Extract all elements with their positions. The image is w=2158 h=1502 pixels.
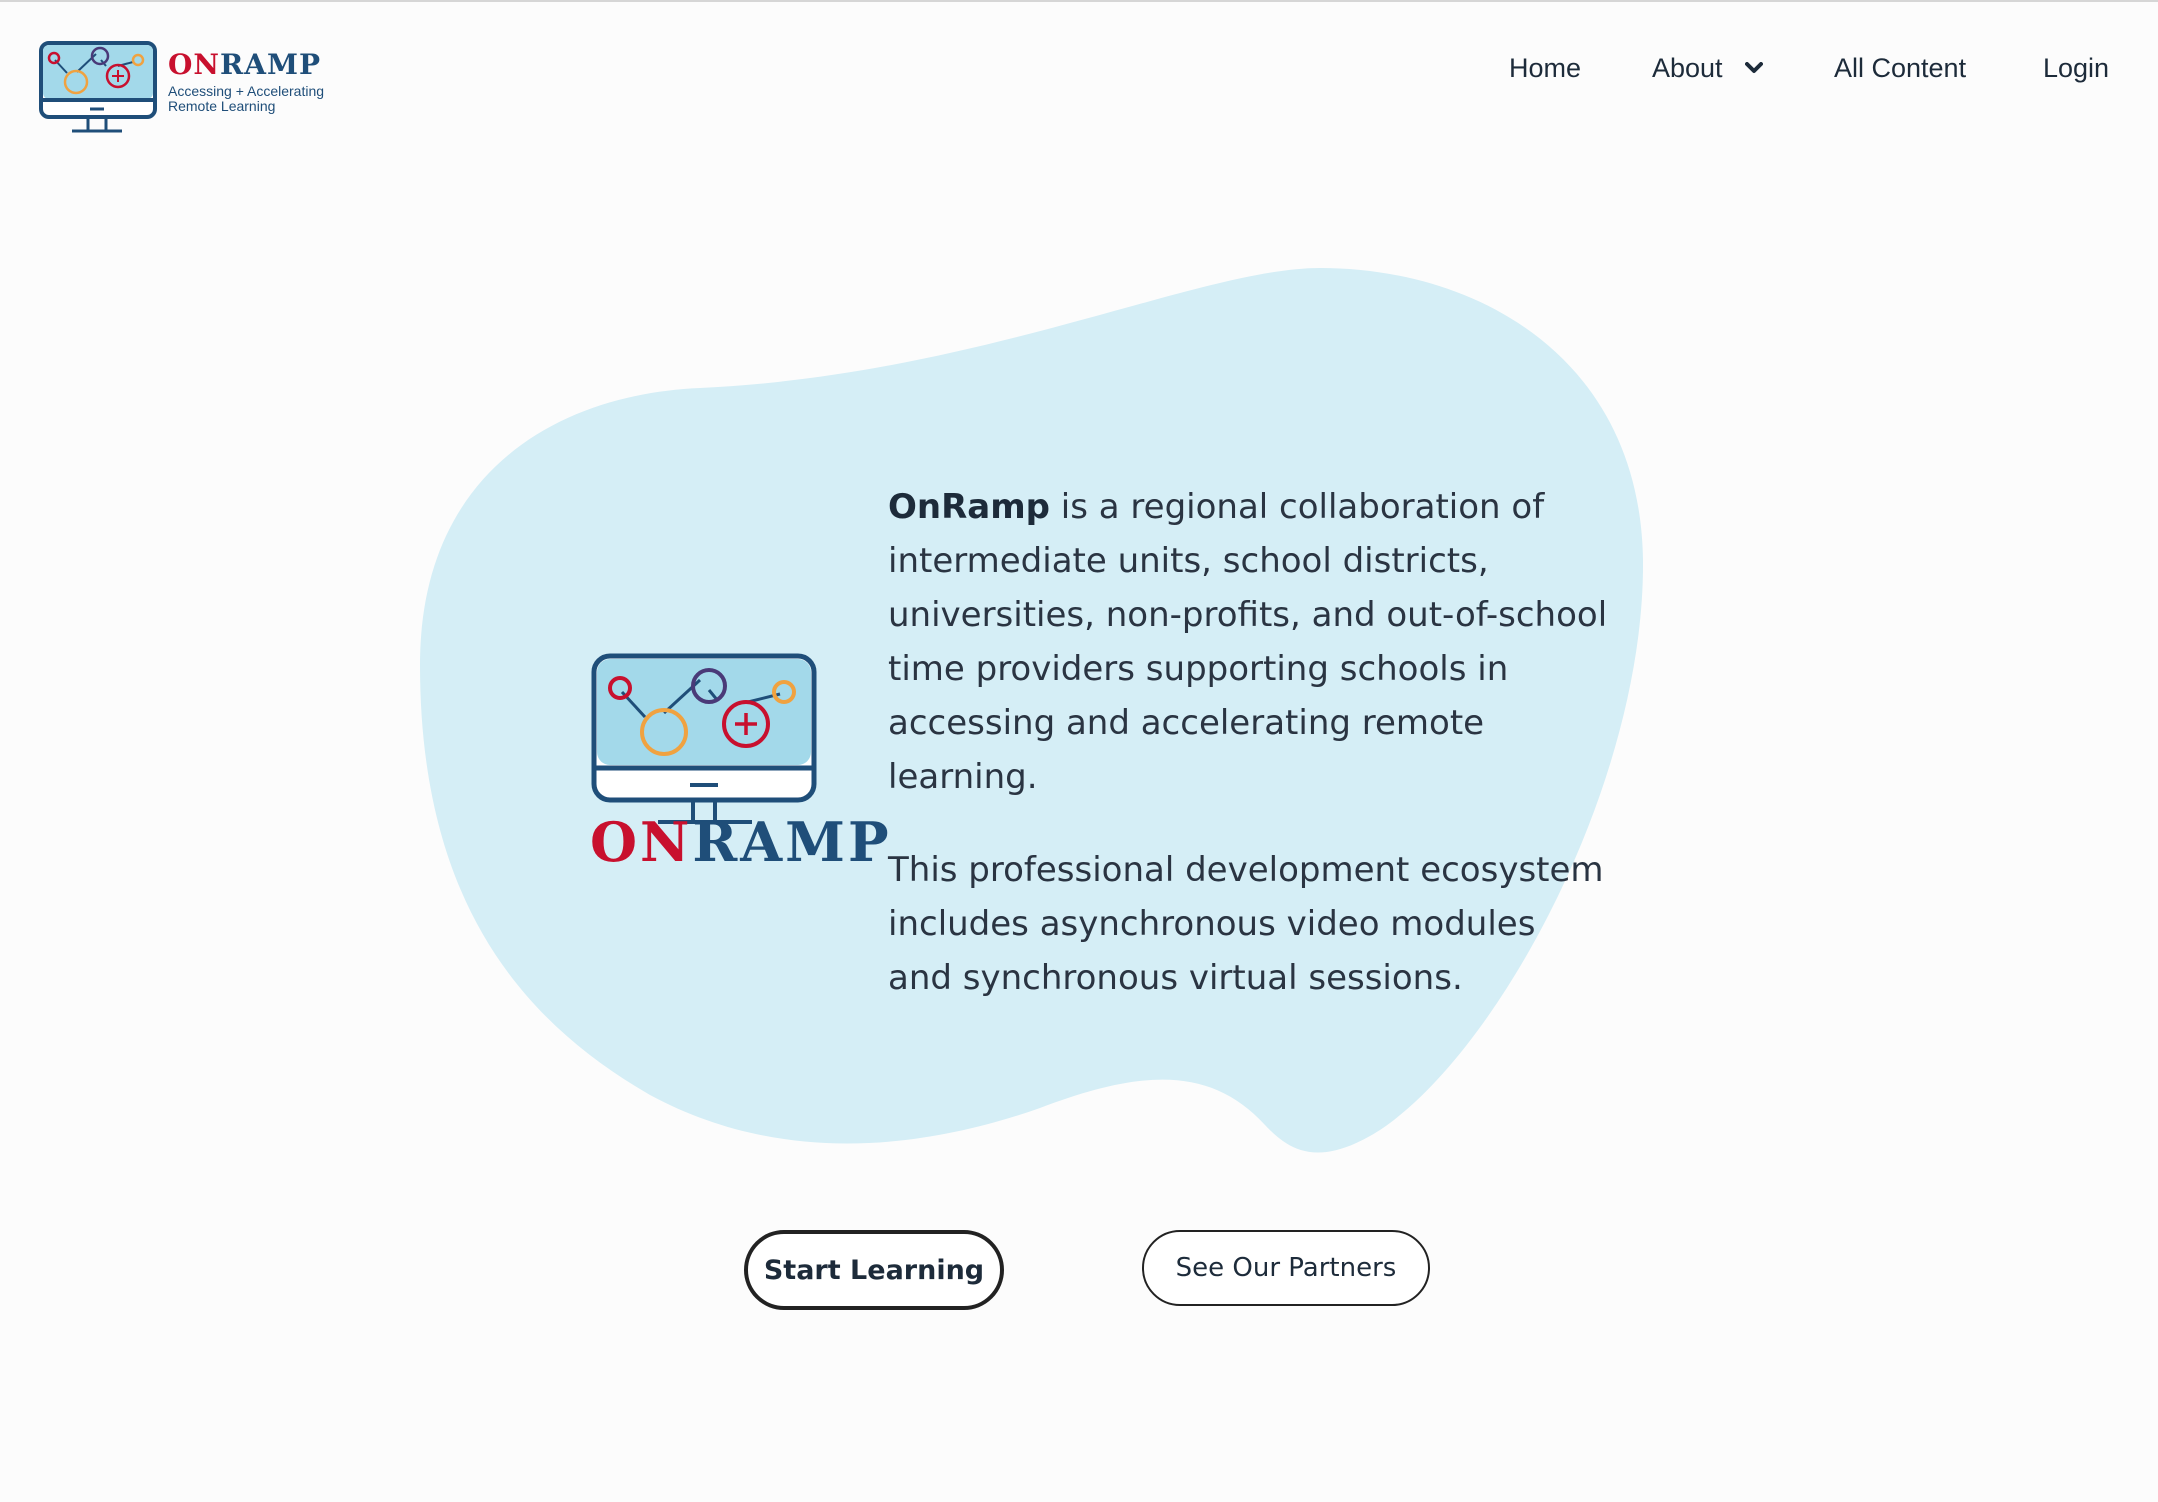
hero-wordmark: ONRAMP: [590, 810, 892, 874]
see-partners-button[interactable]: See Our Partners: [1142, 1230, 1430, 1306]
hero-brand-name: OnRamp: [888, 487, 1050, 527]
hero-paragraph-2: This professional development ecosystem …: [888, 850, 1604, 998]
hero-word-on: ON: [590, 810, 693, 874]
hero-paragraph-1: OnRamp is a regional collaboration of in…: [888, 480, 1608, 804]
hero-word-ramp: RAMP: [692, 810, 892, 874]
hero-paragraph-1-text: is a regional collaboration of intermedi…: [888, 487, 1608, 797]
hero-description: OnRamp is a regional collaboration of in…: [888, 480, 1608, 1005]
start-learning-button[interactable]: Start Learning: [744, 1230, 1004, 1310]
